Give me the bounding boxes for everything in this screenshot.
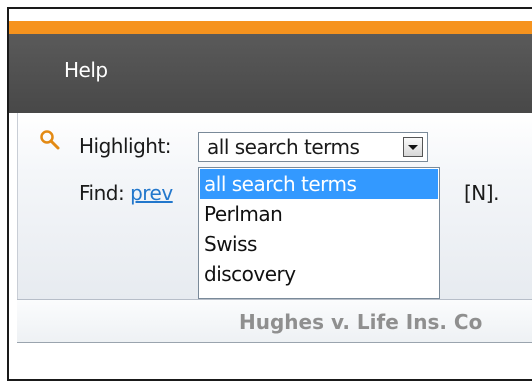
highlight-select[interactable]: all search terms	[198, 132, 428, 162]
dropdown-option[interactable]: Swiss	[200, 229, 438, 259]
dropdown-option[interactable]: discovery	[200, 259, 438, 289]
find-shortcut-hint: [N].	[464, 181, 499, 205]
document-title: Hughes v. Life Ins. Co	[239, 310, 483, 334]
document-title-bar: Hughes v. Life Ins. Co	[17, 300, 532, 343]
chevron-down-icon	[408, 145, 418, 150]
dropdown-arrow-button[interactable]	[403, 137, 423, 157]
find-row: Find: prev	[79, 181, 173, 205]
dropdown-option[interactable]: Perlman	[200, 199, 438, 229]
menu-bar: Help	[9, 34, 532, 113]
highlight-select-value: all search terms	[207, 135, 360, 159]
highlight-label: Highlight:	[79, 134, 172, 158]
window-top-strip	[9, 9, 532, 21]
find-prev-link[interactable]: prev	[130, 181, 173, 205]
magnifier-icon	[40, 130, 60, 150]
highlight-dropdown-list: all search terms Perlman Swiss discovery	[198, 167, 440, 299]
dropdown-option[interactable]: all search terms	[200, 169, 438, 199]
app-window: Help Highlight: all search terms Find: p…	[7, 7, 532, 381]
find-label: Find:	[79, 181, 125, 205]
menu-item-help[interactable]: Help	[64, 58, 108, 82]
accent-bar	[9, 21, 532, 34]
